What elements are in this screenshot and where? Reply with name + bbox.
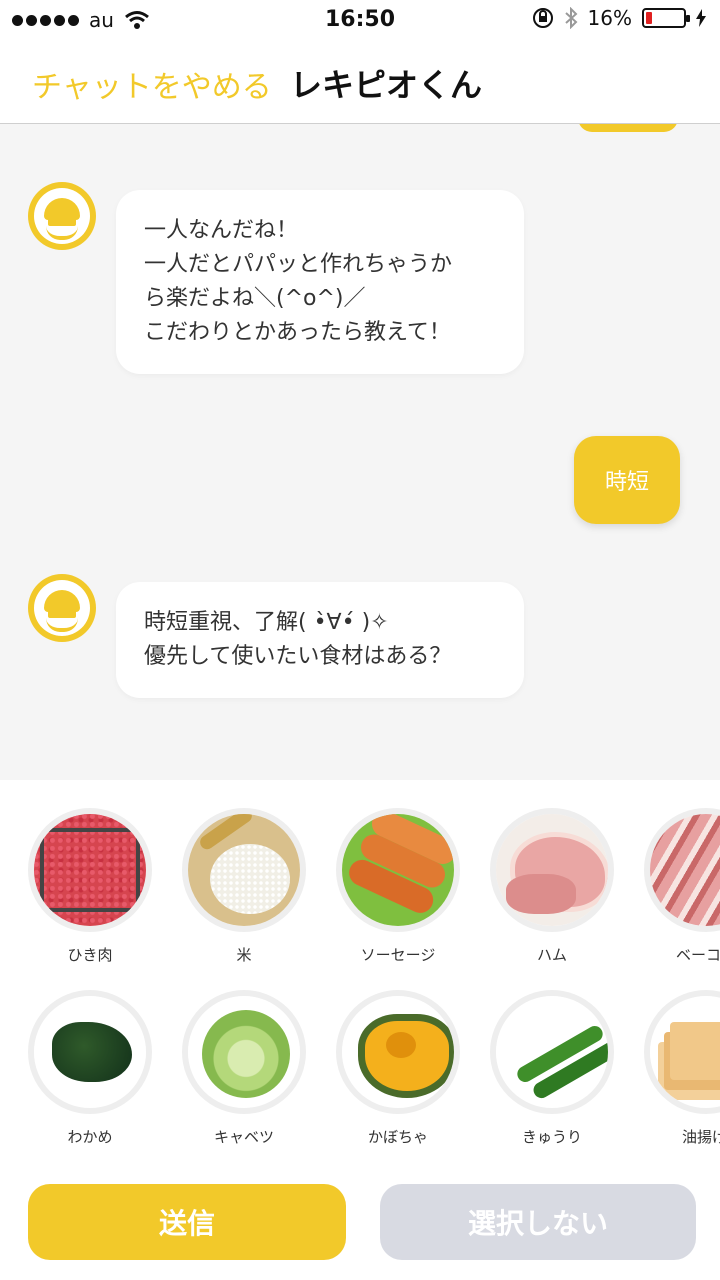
bot-avatar xyxy=(28,574,96,642)
battery-percent: 16% xyxy=(587,6,632,30)
battery-level xyxy=(646,12,652,24)
ingredient-item-bacon[interactable]: ベーコ xyxy=(644,808,720,965)
ingredient-item-rice[interactable]: 米 xyxy=(182,808,306,965)
app-header: チャットをやめる レキピオくん xyxy=(0,40,720,124)
ingredient-label: ひき肉 xyxy=(67,946,113,964)
ham-image xyxy=(490,808,614,932)
charging-icon xyxy=(696,9,706,27)
user-message: 時短 xyxy=(574,436,680,524)
aburaage-image xyxy=(644,990,720,1114)
sausage-image xyxy=(336,808,460,932)
status-right: 16% xyxy=(532,6,706,30)
chef-icon xyxy=(34,580,90,636)
cucumber-image xyxy=(490,990,614,1114)
cabbage-image xyxy=(182,990,306,1114)
ingredient-item-wakame[interactable]: わかめ xyxy=(28,990,152,1147)
ingredient-label: わかめ xyxy=(67,1128,113,1146)
wakame-image xyxy=(28,990,152,1114)
page-title: レキピオくん xyxy=(290,66,483,104)
ingredient-label: ベーコ xyxy=(676,946,720,964)
previous-user-bubble xyxy=(578,124,678,132)
rice-image xyxy=(182,808,306,932)
ingredient-item-aburaage[interactable]: 油揚げ xyxy=(644,990,720,1147)
pumpkin-image xyxy=(336,990,460,1114)
send-button[interactable]: 送信 xyxy=(28,1184,346,1260)
ingredient-label: 米 xyxy=(236,946,252,964)
ingredient-label: きゅうり xyxy=(521,1128,582,1146)
bot-message: 一人なんだね！ 一人だとパパッと作れちゃうか ら楽だよね＼(^o^)／ こだわり… xyxy=(116,190,524,374)
battery-icon xyxy=(642,8,690,28)
chat-area[interactable]: 一人なんだね！ 一人だとパパッと作れちゃうか ら楽だよね＼(^o^)／ こだわり… xyxy=(0,124,720,780)
ingredient-item-sausage[interactable]: ソーセージ xyxy=(336,808,460,965)
ingredient-item-pumpkin[interactable]: かぼちゃ xyxy=(336,990,460,1147)
ingredient-item-cabbage[interactable]: キャベツ xyxy=(182,990,306,1147)
bot-message: 時短重視、了解( •̀∀•́ )✧ 優先して使いたい食材はある？ xyxy=(116,582,524,698)
skip-selection-button[interactable]: 選択しない xyxy=(380,1184,696,1260)
chef-icon xyxy=(34,188,90,244)
ingredient-label: キャベツ xyxy=(213,1128,274,1146)
quit-chat-button[interactable]: チャットをやめる xyxy=(32,62,272,106)
ingredient-label: ハム xyxy=(536,946,567,964)
bot-avatar xyxy=(28,182,96,250)
status-bar: au 16:50 16% xyxy=(0,0,720,40)
ingredient-item-cucumber[interactable]: きゅうり xyxy=(490,990,614,1147)
bluetooth-icon xyxy=(564,7,577,29)
ingredient-label: かぼちゃ xyxy=(367,1128,428,1146)
minced-meat-image xyxy=(28,808,152,932)
ingredient-label: ソーセージ xyxy=(360,946,436,964)
ingredient-label: 油揚げ xyxy=(682,1128,720,1146)
bacon-image xyxy=(644,808,720,932)
ingredient-item-ham[interactable]: ハム xyxy=(490,808,614,965)
orientation-lock-icon xyxy=(532,8,553,28)
ingredient-item-minced-meat[interactable]: ひき肉 xyxy=(28,808,152,965)
